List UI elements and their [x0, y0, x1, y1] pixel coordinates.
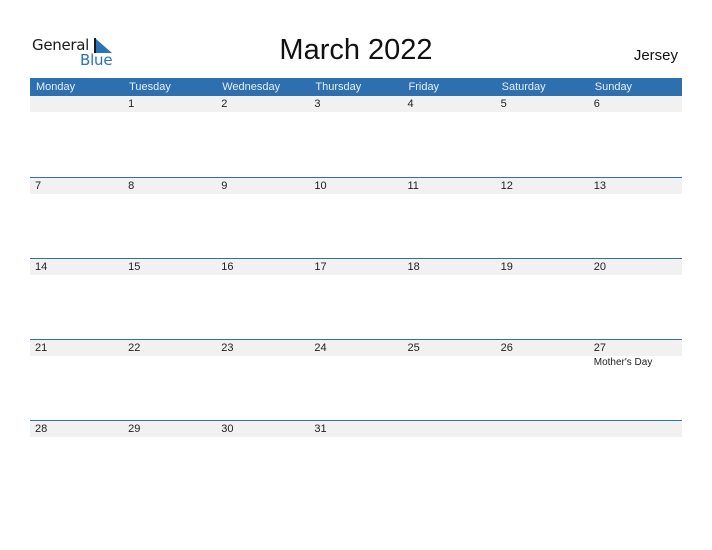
day-cell: 27 Mother's Day [589, 340, 682, 370]
day-cell: 17 [309, 259, 402, 275]
day-number: 21 [35, 342, 48, 354]
day-number [35, 96, 123, 112]
day-cell: 10 [309, 178, 402, 194]
day-number: 4 [407, 98, 414, 110]
week-cells: 21 22 23 24 25 26 27 Mother's Day [30, 340, 682, 370]
week-row: 21 22 23 24 25 26 27 Mother's Day [30, 339, 682, 420]
day-number: 14 [35, 261, 48, 273]
holiday-event: Mother's Day [593, 357, 653, 368]
day-cell: 19 [496, 259, 589, 275]
weekday-friday: Friday [408, 81, 440, 93]
weekday-monday: Monday [36, 81, 76, 93]
weeks-container: 1 2 3 4 5 6 7 8 9 10 11 12 13 14 15 16 17 18 19 20 21 22 23 24 2… [30, 96, 682, 501]
day-number: 19 [500, 261, 513, 273]
day-cell: 6 [589, 96, 682, 112]
day-cell: 22 [123, 340, 216, 370]
weekday-wednesday: Wednesday [222, 81, 281, 93]
day-number: 25 [407, 342, 420, 354]
day-number: 2 [221, 98, 228, 110]
day-cell [30, 96, 123, 112]
weekday-thursday: Thursday [315, 81, 362, 93]
day-cell: 26 [496, 340, 589, 370]
day-number: 23 [221, 342, 234, 354]
day-cell: 30 [216, 421, 309, 437]
day-number: 3 [314, 98, 321, 110]
day-number: 5 [500, 98, 507, 110]
weekday-sunday: Sunday [594, 81, 633, 93]
day-cell: 1 [123, 96, 216, 112]
day-cell: 7 [30, 178, 123, 194]
day-cell [589, 421, 682, 437]
day-number: 12 [500, 180, 513, 192]
day-number: 8 [128, 180, 135, 192]
day-cell: 13 [589, 178, 682, 194]
day-number: 9 [221, 180, 228, 192]
week-cells: 28 29 30 31 [30, 421, 682, 437]
day-cell: 31 [309, 421, 402, 437]
week-cells: 1 2 3 4 5 6 [30, 96, 682, 112]
day-cell: 2 [216, 96, 309, 112]
day-number: 1 [128, 98, 135, 110]
day-cell [403, 421, 496, 437]
day-cell: 24 [309, 340, 402, 370]
day-cell: 12 [496, 178, 589, 194]
day-number: 24 [314, 342, 327, 354]
day-cell: 28 [30, 421, 123, 437]
week-row: 1 2 3 4 5 6 [30, 96, 682, 177]
weekday-saturday: Saturday [501, 81, 546, 93]
weekday-tuesday: Tuesday [129, 81, 171, 93]
day-number: 11 [407, 180, 419, 192]
day-number: 30 [221, 423, 234, 435]
week-row: 28 29 30 31 [30, 420, 682, 501]
week-row: 14 15 16 17 18 19 20 [30, 258, 682, 339]
week-cells: 14 15 16 17 18 19 20 [30, 259, 682, 275]
calendar-title: March 2022 [279, 34, 433, 66]
day-cell: 21 [30, 340, 123, 370]
day-number: 28 [35, 423, 48, 435]
day-cell: 15 [123, 259, 216, 275]
day-number [408, 421, 496, 437]
day-number: 29 [128, 423, 141, 435]
day-cell: 25 [403, 340, 496, 370]
calendar-grid: Monday Tuesday Wednesday Thursday Friday… [30, 78, 682, 501]
day-number: 26 [500, 342, 513, 354]
day-number: 22 [128, 342, 141, 354]
day-number [501, 421, 589, 437]
day-cell [496, 421, 589, 437]
day-cell: 3 [309, 96, 402, 112]
day-cell: 29 [123, 421, 216, 437]
day-cell: 14 [30, 259, 123, 275]
day-cell: 9 [216, 178, 309, 194]
day-number: 15 [128, 261, 141, 273]
day-cell: 18 [403, 259, 496, 275]
day-number: 6 [593, 98, 600, 110]
weekday-header: Monday Tuesday Wednesday Thursday Friday… [30, 78, 682, 96]
day-cell: 5 [496, 96, 589, 112]
day-cell: 11 [403, 178, 496, 194]
day-number: 31 [314, 423, 327, 435]
day-cell: 23 [216, 340, 309, 370]
day-number: 18 [407, 261, 420, 273]
day-number: 10 [314, 180, 327, 192]
region-label: Jersey [633, 47, 678, 64]
day-number: 7 [35, 180, 42, 192]
day-cell: 16 [216, 259, 309, 275]
day-number: 27 [593, 342, 606, 354]
day-number [594, 421, 682, 437]
day-cell: 20 [589, 259, 682, 275]
day-number: 20 [593, 261, 606, 273]
week-cells: 7 8 9 10 11 12 13 [30, 178, 682, 194]
day-cell: 4 [403, 96, 496, 112]
day-number: 17 [314, 261, 327, 273]
day-cell: 8 [123, 178, 216, 194]
day-number: 13 [593, 180, 606, 192]
week-row: 7 8 9 10 11 12 13 [30, 177, 682, 258]
day-number: 16 [221, 261, 234, 273]
